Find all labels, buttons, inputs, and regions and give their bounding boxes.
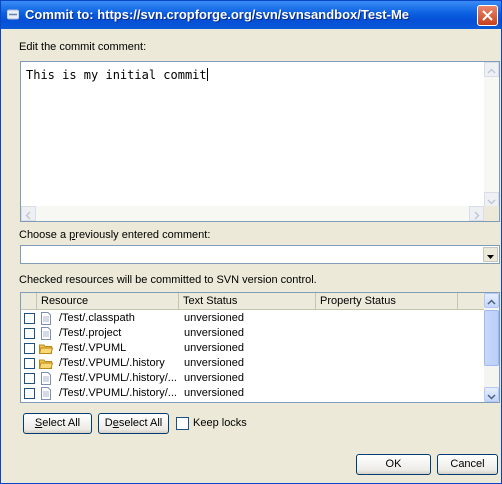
row-checkbox[interactable] xyxy=(24,328,35,339)
folder-icon xyxy=(39,344,53,354)
column-header-filler xyxy=(458,293,485,309)
text-caret xyxy=(206,68,208,81)
title-bar[interactable]: Commit to: https://svn.cropforge.org/svn… xyxy=(1,1,501,29)
resource-path: /Test/.VPUML xyxy=(59,342,127,354)
column-header-property-status[interactable]: Property Status xyxy=(316,293,458,309)
table-row[interactable]: /Test/.VPUML/.history/... unversioned xyxy=(21,386,485,401)
text-status: unversioned xyxy=(184,342,244,354)
row-checkbox[interactable] xyxy=(24,358,35,369)
table-header: Resource Text Status Property Status xyxy=(21,293,485,310)
keep-locks-label[interactable]: Keep locks xyxy=(193,417,247,429)
table-row[interactable]: /Test/.VPUML unversioned xyxy=(21,341,485,356)
chevron-down-icon xyxy=(487,394,496,400)
column-header-text-status[interactable]: Text Status xyxy=(179,293,316,309)
row-checkbox[interactable] xyxy=(24,373,35,384)
resources-table[interactable]: Resource Text Status Property Status /Te… xyxy=(20,292,500,403)
comment-label: Edit the commit comment: xyxy=(19,41,147,53)
text-status: unversioned xyxy=(184,312,244,324)
table-scroll-up-button[interactable] xyxy=(484,293,499,308)
commit-dialog: Commit to: https://svn.cropforge.org/svn… xyxy=(0,0,502,484)
file-icon xyxy=(41,372,51,385)
comment-vertical-scrollbar[interactable] xyxy=(484,62,499,207)
table-scroll-down-button[interactable] xyxy=(484,387,499,402)
folder-icon xyxy=(39,359,53,369)
text-status: unversioned xyxy=(184,387,244,399)
chevron-left-icon xyxy=(25,211,31,220)
table-scroll-thumb[interactable] xyxy=(484,310,499,366)
ok-button[interactable]: OK xyxy=(356,454,431,475)
table-row[interactable]: /Test/.project unversioned xyxy=(21,326,485,341)
commit-comment-text: This is my initial commit xyxy=(26,68,208,82)
resource-path: /Test/.VPUML/.history xyxy=(59,357,165,369)
chevron-right-icon xyxy=(474,211,480,220)
text-status: unversioned xyxy=(184,327,244,339)
table-row[interactable]: /Test/.classpath unversioned xyxy=(21,311,485,326)
previous-comment-label: Choose a previously entered comment: xyxy=(19,229,211,241)
row-checkbox[interactable] xyxy=(24,343,35,354)
file-icon xyxy=(41,312,51,325)
resource-path: /Test/.classpath xyxy=(59,312,135,324)
previous-comment-select[interactable] xyxy=(20,245,500,264)
scrollbar-corner xyxy=(484,206,499,221)
row-checkbox[interactable] xyxy=(24,388,35,399)
scroll-right-button[interactable] xyxy=(469,206,484,221)
scroll-left-button[interactable] xyxy=(21,206,36,221)
table-row[interactable]: /Test/.VPUML/.history/... unversioned xyxy=(21,371,485,386)
file-icon xyxy=(41,327,51,340)
file-icon xyxy=(41,387,51,400)
close-icon xyxy=(482,10,493,21)
table-row[interactable]: /Test/.VPUML/.history unversioned xyxy=(21,356,485,371)
resource-path: /Test/.VPUML/.history/... xyxy=(59,372,177,384)
close-button[interactable] xyxy=(477,5,498,26)
dropdown-arrow-icon xyxy=(487,255,494,259)
deselect-all-button[interactable]: Deselect All xyxy=(98,413,169,434)
checkbox-column-header[interactable] xyxy=(21,293,37,309)
resources-label: Checked resources will be committed to S… xyxy=(19,274,317,286)
column-header-resource[interactable]: Resource xyxy=(37,293,179,309)
svn-commit-icon xyxy=(7,9,19,20)
scroll-up-button[interactable] xyxy=(484,62,499,77)
select-all-button[interactable]: Select All xyxy=(23,413,92,434)
comment-horizontal-scrollbar[interactable] xyxy=(21,206,484,221)
scroll-down-button[interactable] xyxy=(484,192,499,207)
commit-comment-textarea[interactable]: This is my initial commit xyxy=(20,61,500,222)
cancel-button[interactable]: Cancel xyxy=(437,454,498,475)
text-status: unversioned xyxy=(184,372,244,384)
row-checkbox[interactable] xyxy=(24,313,35,324)
window-title: Commit to: https://svn.cropforge.org/svn… xyxy=(25,7,410,22)
keep-locks-checkbox[interactable] xyxy=(176,417,189,430)
text-status: unversioned xyxy=(184,357,244,369)
chevron-up-icon xyxy=(487,68,496,74)
resource-path: /Test/.VPUML/.history/... xyxy=(59,387,177,399)
table-vertical-scrollbar[interactable] xyxy=(484,293,499,402)
chevron-up-icon xyxy=(487,299,496,305)
resource-path: /Test/.project xyxy=(59,327,122,339)
dropdown-button[interactable] xyxy=(483,247,498,262)
